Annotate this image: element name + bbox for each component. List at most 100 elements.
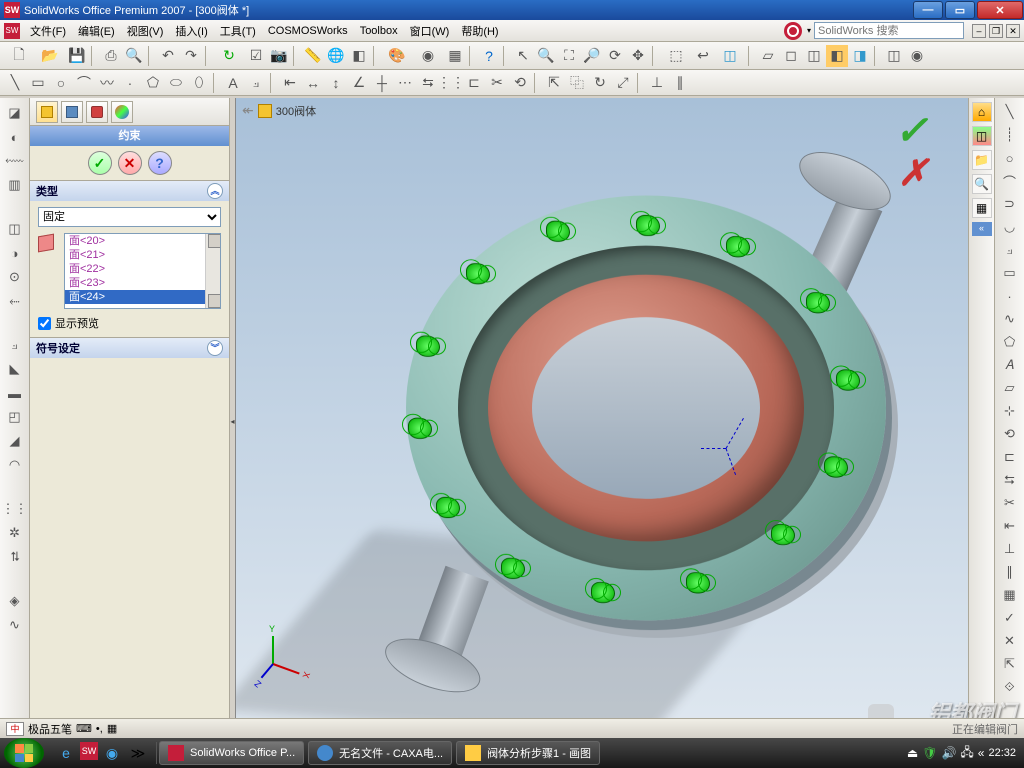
mirror-icon[interactable]: ⮀ xyxy=(417,72,439,94)
hidden-lines-button[interactable]: ◻ xyxy=(780,45,802,67)
new-button[interactable]: 🗋 xyxy=(4,45,34,67)
sketch-ellipse-icon[interactable]: ⬯ xyxy=(188,72,210,94)
taskpane-library-icon[interactable]: 📁 xyxy=(972,150,992,170)
sketch-fillet-icon[interactable]: ⟓ xyxy=(245,72,267,94)
extrude-boss-icon[interactable]: ◪ xyxy=(4,102,26,124)
check-icon[interactable]: ✓ xyxy=(999,608,1021,628)
draft-icon[interactable]: ◢ xyxy=(4,430,26,452)
sketch-text-icon[interactable]: A xyxy=(222,72,244,94)
ime-keyboard-icon[interactable]: ⌨ xyxy=(76,722,92,735)
move-icon[interactable]: ⇱ xyxy=(543,72,565,94)
3d-button[interactable]: ◧ xyxy=(348,45,370,67)
revolve-cut-icon[interactable]: ◑ xyxy=(4,242,26,264)
sweep-cut-icon[interactable]: ⬸ xyxy=(4,290,26,312)
bolt-constraint-icon[interactable] xyxy=(591,582,619,607)
redo-button[interactable]: ↷ xyxy=(180,45,202,67)
curves-icon[interactable]: ∿ xyxy=(4,614,26,636)
print-button[interactable]: ⎙ xyxy=(100,45,122,67)
sketch-arc-icon[interactable]: ⌒ xyxy=(73,72,95,94)
edit-color-button[interactable]: 🎨 xyxy=(382,45,412,67)
extrude-cut-icon[interactable]: ◫ xyxy=(4,218,26,240)
taskbar-item[interactable]: SolidWorks Office P... xyxy=(159,741,304,765)
sketch-slot-icon[interactable]: ⬭ xyxy=(165,72,187,94)
point-tool-icon[interactable]: · xyxy=(999,286,1021,306)
dim-vert-icon[interactable]: ↕ xyxy=(325,72,347,94)
offset-ent-icon[interactable]: ⊏ xyxy=(999,447,1021,467)
list-item-selected[interactable]: 面<24> xyxy=(65,290,220,304)
prev-view-button[interactable]: ↩ xyxy=(692,45,714,67)
taskpane-palette-icon[interactable]: ▦ xyxy=(972,198,992,218)
bolt-constraint-icon[interactable] xyxy=(636,215,664,240)
pm-tab-feature[interactable] xyxy=(36,101,58,123)
polygon-icon[interactable]: ⬠ xyxy=(999,332,1021,352)
tray-network-icon[interactable]: 🖧 xyxy=(960,743,973,764)
plane-icon[interactable]: ▱ xyxy=(999,378,1021,398)
circular-pattern-icon[interactable]: ✲ xyxy=(4,522,26,544)
shell-icon[interactable]: ◰ xyxy=(4,406,26,428)
bolt-constraint-icon[interactable] xyxy=(416,336,444,361)
child-minimize-button[interactable]: – xyxy=(972,24,986,38)
move-sk-icon[interactable]: ⇱ xyxy=(999,654,1021,674)
bolt-constraint-icon[interactable] xyxy=(501,558,529,583)
rect-icon[interactable]: ▭ xyxy=(999,263,1021,283)
collapse-icon[interactable]: ︽ xyxy=(207,183,223,199)
offset-icon[interactable]: ⊏ xyxy=(463,72,485,94)
hole-wizard-icon[interactable]: ⊙ xyxy=(4,266,26,288)
loft-icon[interactable]: ▥ xyxy=(4,174,26,196)
list-item[interactable]: 面<21> xyxy=(65,248,220,262)
back-icon[interactable]: ↞ xyxy=(242,102,254,119)
text-icon[interactable]: 𝐴 xyxy=(999,355,1021,375)
web-button[interactable]: 🌐 xyxy=(325,45,347,67)
pm-ok-button[interactable]: ✓ xyxy=(88,151,112,175)
constraint-type-select[interactable]: 固定 xyxy=(38,207,221,227)
tray-shield-icon[interactable]: 🛡 xyxy=(922,746,937,760)
face-selection-list[interactable]: 面<20> 面<21> 面<22> 面<23> 面<24> xyxy=(64,233,221,309)
sweep-icon[interactable]: ⬳ xyxy=(4,150,26,172)
relations-icon[interactable]: ⊥ xyxy=(999,539,1021,559)
arc-tool-icon[interactable]: ⌒ xyxy=(999,171,1021,191)
rotate-button[interactable]: ⟳ xyxy=(604,45,626,67)
display-style-button[interactable]: ◫ xyxy=(715,45,745,67)
wireframe-button[interactable]: ▱ xyxy=(757,45,779,67)
mirror-feat-icon[interactable]: ⮁ xyxy=(4,546,26,568)
list-item[interactable]: 面<22> xyxy=(65,262,220,276)
pm-section-type[interactable]: 类型 ︽ xyxy=(30,181,229,201)
scrollbar[interactable] xyxy=(205,234,220,308)
rotate-sk-icon[interactable]: ↻ xyxy=(589,72,611,94)
convert-icon[interactable]: ⟲ xyxy=(509,72,531,94)
dim-ang-icon[interactable]: ∠ xyxy=(348,72,370,94)
bolt-constraint-icon[interactable] xyxy=(466,263,494,288)
tangent-arc-icon[interactable]: ⊃ xyxy=(999,194,1021,214)
clock[interactable]: 22:32 xyxy=(988,747,1016,759)
constraint-icon[interactable]: ⊥ xyxy=(646,72,668,94)
tray-more-icon[interactable]: « xyxy=(978,746,985,760)
taskbar-item[interactable]: 无名文件 - CAXA电... xyxy=(308,741,452,765)
close-button[interactable]: ✕ xyxy=(977,1,1023,19)
pattern-icon[interactable]: ⋮⋮ xyxy=(440,72,462,94)
child-close-button[interactable]: ✕ xyxy=(1006,24,1020,38)
taskpane-expand-icon[interactable]: « xyxy=(972,222,992,236)
graphics-viewport[interactable]: ↞ 300阀体 ✓ ✗ xyxy=(236,98,968,744)
scale-icon[interactable]: ⤢ xyxy=(612,72,634,94)
close-sk-icon[interactable]: ✕ xyxy=(999,631,1021,651)
pm-help-button[interactable]: ? xyxy=(148,151,172,175)
zoom-inout-button[interactable]: 🔎 xyxy=(581,45,603,67)
ime-indicator-icon[interactable]: 中 xyxy=(6,722,24,736)
bolt-constraint-icon[interactable] xyxy=(726,236,754,261)
mirror-ent-icon[interactable]: ⮀ xyxy=(999,470,1021,490)
valve-body[interactable] xyxy=(406,195,886,620)
taskbar-item[interactable]: 阀体分析步骤1 - 画图 xyxy=(456,741,600,765)
centerline-icon[interactable]: ┼ xyxy=(371,72,393,94)
view-orientation-button[interactable]: ⬚ xyxy=(661,45,691,67)
sketch-circle-icon[interactable]: ○ xyxy=(50,72,72,94)
taskpane-explorer-icon[interactable]: 🔍 xyxy=(972,174,992,194)
screen-capture-button[interactable]: 📷 xyxy=(268,45,290,67)
ruler-button[interactable]: 📏 xyxy=(302,45,324,67)
hidden-removed-button[interactable]: ◫ xyxy=(803,45,825,67)
ql-browser-icon[interactable]: ◉ xyxy=(100,742,124,764)
search-dropdown-icon[interactable]: ▾ xyxy=(804,26,814,35)
shaded-button[interactable]: ◨ xyxy=(849,45,871,67)
bolt-constraint-icon[interactable] xyxy=(436,497,464,522)
menu-insert[interactable]: 插入(I) xyxy=(169,21,213,41)
ime-punct-icon[interactable]: •, xyxy=(96,723,103,735)
